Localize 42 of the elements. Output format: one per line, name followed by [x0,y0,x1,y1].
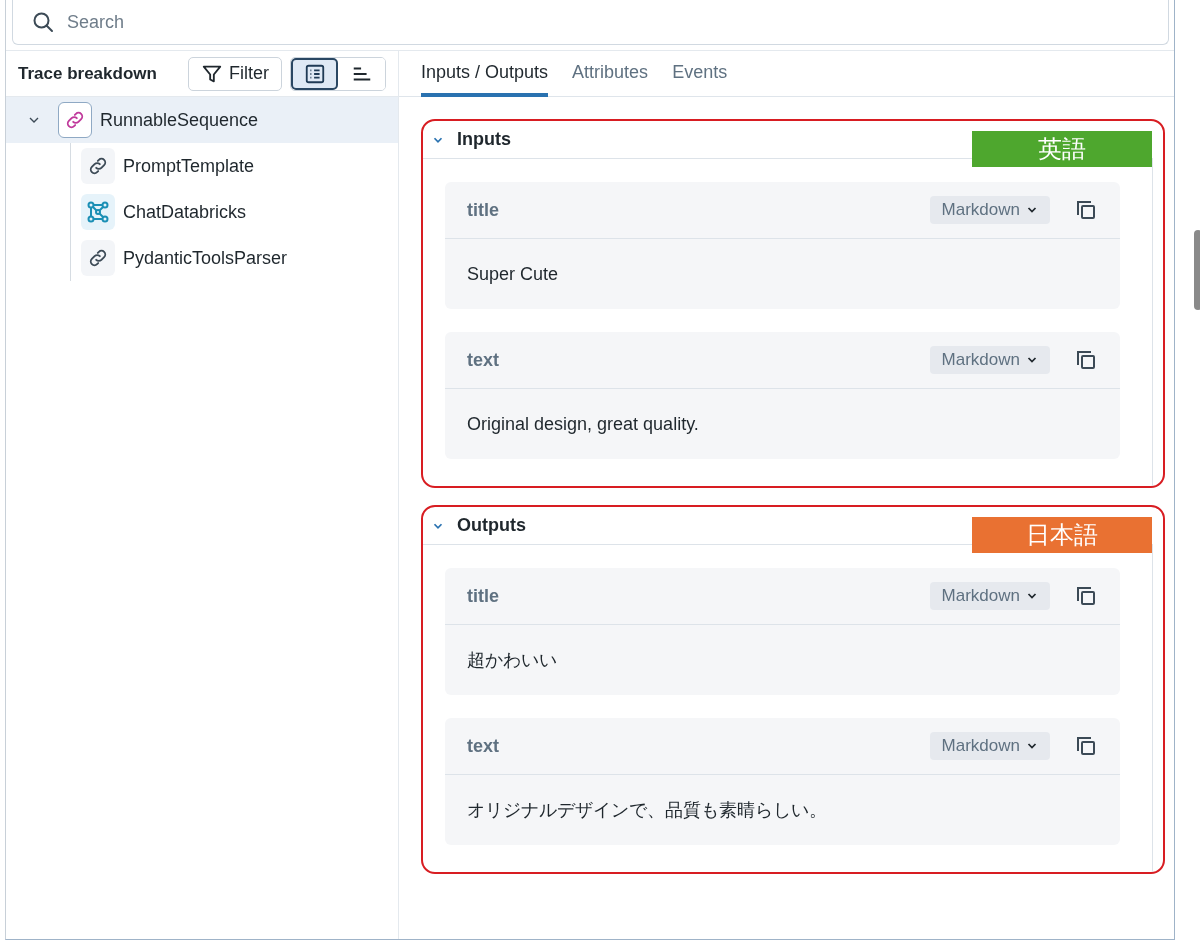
copy-icon [1074,348,1098,372]
copy-button[interactable] [1074,734,1098,758]
tab[interactable]: Inputs / Outputs [421,51,549,97]
annotation-label: 英語 [972,131,1152,167]
tree-node[interactable]: RunnableSequence [6,97,398,143]
copy-icon [1074,198,1098,222]
field-name: text [467,348,499,372]
field-name: title [467,198,499,222]
field-value: Super Cute [466,262,560,286]
format-dropdown[interactable]: Markdown [929,346,1050,374]
copy-button[interactable] [1074,584,1098,608]
field-name: title [467,584,499,608]
copy-button[interactable] [1074,348,1098,372]
list-icon [303,62,326,85]
filter-button[interactable]: Filter [188,56,282,91]
copy-icon [1074,584,1098,608]
tab[interactable]: Events [672,51,728,97]
field-value: 超かわいい [466,648,558,672]
scrollbar-thumb[interactable] [1194,230,1200,310]
tree-node[interactable]: ChatDatabricks [71,189,398,235]
section-title: Outputs [457,514,526,537]
search-icon [31,10,55,34]
tree-node[interactable]: PydanticToolsParser [71,235,398,281]
section-title: Inputs [457,128,511,151]
annotation-label: 日本語 [972,517,1152,553]
field-value: オリジナルデザインで、品質も素晴らしい。 [466,798,828,822]
list-view-button[interactable] [291,57,338,90]
link-icon [87,155,109,177]
search-field[interactable]: Search [12,0,1169,45]
field-name: text [467,734,499,758]
format-dropdown[interactable]: Markdown [929,582,1050,610]
network-icon [86,200,110,224]
panel-title: Trace breakdown [18,62,157,85]
copy-button[interactable] [1074,198,1098,222]
format-dropdown[interactable]: Markdown [929,732,1050,760]
format-dropdown[interactable]: Markdown [929,196,1050,224]
link-icon [64,109,86,131]
tree-node[interactable]: PromptTemplate [71,143,398,189]
field-value: Original design, great quality. [466,412,700,436]
link-icon [87,247,109,269]
copy-icon [1074,734,1098,758]
tab[interactable]: Attributes [572,51,649,97]
